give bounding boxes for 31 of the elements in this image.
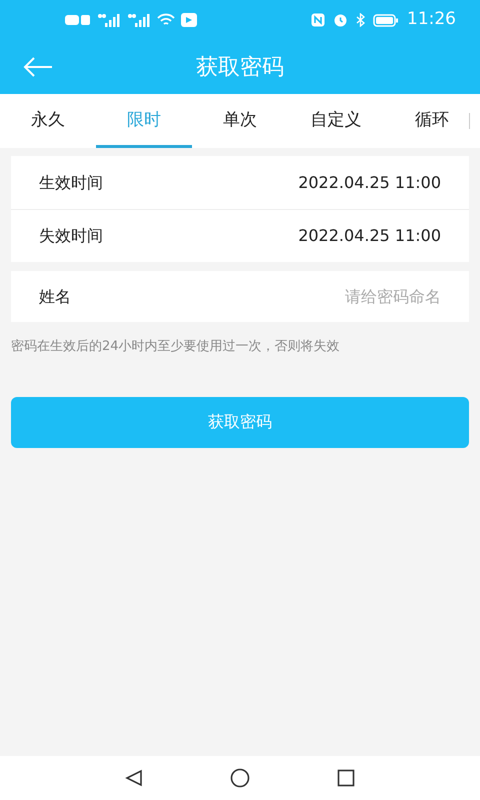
row-value: 2022.04.25 11:00 bbox=[298, 172, 441, 194]
status-time: 11:26 bbox=[407, 8, 456, 32]
time-row[interactable]: 失效时间 2022.04.25 11:00 bbox=[11, 209, 469, 262]
app-notification-icon bbox=[181, 13, 197, 27]
tab[interactable]: 自定义 bbox=[288, 94, 384, 148]
row-label: 生效时间 bbox=[39, 172, 103, 194]
triangle-icon bbox=[125, 769, 143, 787]
tab[interactable]: 单次 bbox=[192, 94, 288, 148]
signal-icon bbox=[97, 13, 121, 27]
tab[interactable]: 永久 bbox=[0, 94, 96, 148]
name-label: 姓名 bbox=[11, 271, 81, 322]
circle-icon bbox=[230, 768, 250, 788]
validity-note: 密码在生效后的24小时内至少要使用过一次，否则将失效 bbox=[11, 338, 341, 356]
home-nav-button[interactable] bbox=[229, 767, 251, 789]
page-title: 获取密码 bbox=[196, 54, 284, 82]
wifi-icon bbox=[157, 13, 175, 27]
time-row[interactable]: 生效时间 2022.04.25 11:00 bbox=[11, 156, 469, 209]
back-nav-button[interactable] bbox=[124, 768, 144, 788]
tab[interactable]: 循环 bbox=[384, 94, 480, 148]
recents-nav-button[interactable] bbox=[336, 768, 356, 788]
hd-icon bbox=[65, 14, 91, 26]
alarm-icon bbox=[333, 13, 348, 27]
square-icon bbox=[337, 769, 355, 787]
battery-icon bbox=[373, 14, 399, 26]
nfc-icon bbox=[311, 13, 325, 27]
signal-icon bbox=[127, 13, 151, 27]
back-arrow-icon bbox=[23, 56, 53, 78]
row-value: 2022.04.25 11:00 bbox=[298, 225, 441, 247]
name-input[interactable]: 请给密码命名 bbox=[81, 271, 469, 322]
bluetooth-icon bbox=[356, 13, 365, 27]
row-label: 失效时间 bbox=[39, 225, 103, 247]
